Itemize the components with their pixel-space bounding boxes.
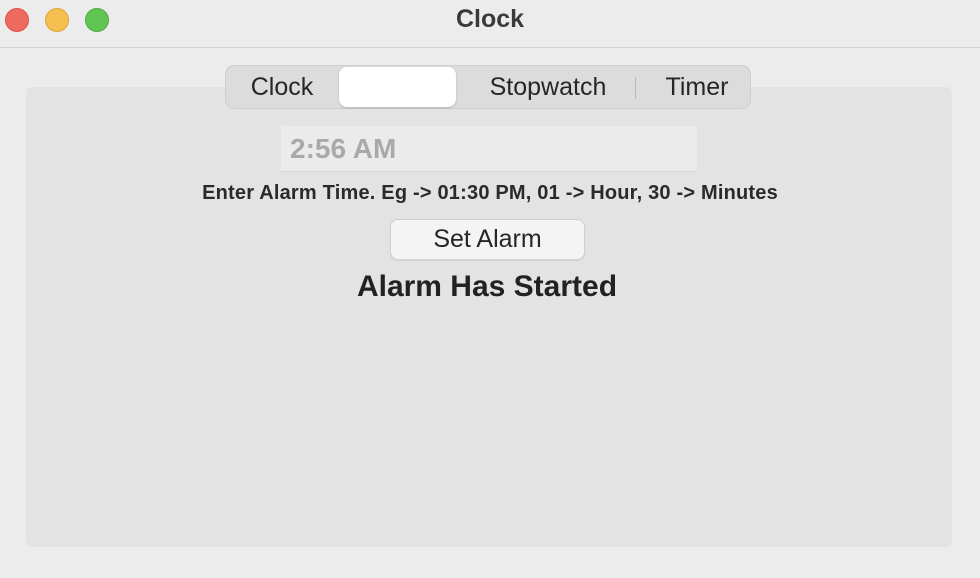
set-alarm-button[interactable]: Set Alarm bbox=[390, 219, 585, 260]
window-title: Clock bbox=[455, 5, 525, 33]
alarm-status-text: Alarm Has Started bbox=[356, 270, 618, 303]
tab-clock[interactable]: Clock bbox=[226, 66, 338, 108]
tab-alarm-selected[interactable] bbox=[339, 67, 456, 107]
tab-timer[interactable]: Timer bbox=[644, 66, 750, 108]
tab-stopwatch[interactable]: Stopwatch bbox=[466, 66, 630, 108]
tab-divider bbox=[635, 77, 636, 99]
title-bar: Clock bbox=[0, 0, 980, 48]
alarm-time-hint: Enter Alarm Time. Eg -> 01:30 PM, 01 -> … bbox=[202, 182, 778, 204]
tab-bar: Clock Stopwatch Timer bbox=[225, 65, 751, 109]
app-window: Clock Clock Stopwatch Timer Enter Alarm … bbox=[0, 0, 980, 578]
alarm-time-input[interactable] bbox=[281, 126, 697, 172]
